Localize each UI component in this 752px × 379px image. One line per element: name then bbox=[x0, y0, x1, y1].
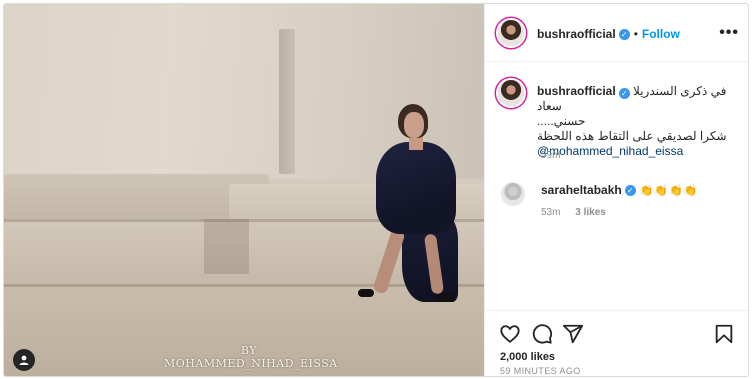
leg bbox=[372, 228, 406, 295]
wall-shadow bbox=[279, 29, 295, 174]
post-caption: bushraofficial ✓ في ذكرى السندريلا سعاد ح… bbox=[537, 84, 737, 159]
verified-badge-icon: ✓ bbox=[618, 28, 630, 40]
caption-timestamp: 59m bbox=[541, 150, 561, 161]
shoe bbox=[358, 289, 374, 297]
user-tag-icon[interactable] bbox=[13, 349, 35, 371]
photo-watermark: BY MOHAMMED_NIHAD_EISSA bbox=[164, 344, 338, 370]
face bbox=[404, 112, 424, 138]
verified-badge-icon: ✓ bbox=[618, 88, 630, 99]
neck bbox=[409, 136, 423, 150]
shoe bbox=[436, 294, 454, 302]
share-icon[interactable] bbox=[562, 323, 584, 345]
caption-mention-link[interactable]: @mohammed_nihad_eissa bbox=[537, 144, 737, 159]
action-bar bbox=[485, 310, 748, 350]
seated-woman-figure bbox=[354, 104, 464, 309]
separator-dot: • bbox=[633, 27, 638, 41]
instagram-post: BY MOHAMMED_NIHAD_EISSA bushraofficial ✓… bbox=[3, 3, 749, 377]
comment-timestamp: 53m bbox=[541, 207, 561, 218]
post-sidebar: bushraofficial ✓ • Follow ••• bushraoffi… bbox=[484, 4, 748, 376]
caption-text-line3: شكرا لصديقي على التقاط هذه اللحظة bbox=[537, 129, 727, 143]
dress bbox=[376, 142, 456, 234]
comment-text: 👏👏👏👏 bbox=[639, 184, 699, 197]
post-header: bushraofficial ✓ • Follow ••• bbox=[485, 4, 748, 62]
watermark-name: MOHAMMED_NIHAD_EISSA bbox=[164, 357, 338, 370]
heart-icon[interactable] bbox=[499, 323, 521, 345]
bookmark-icon[interactable] bbox=[713, 323, 735, 345]
commenter-avatar[interactable] bbox=[501, 182, 525, 206]
caption-avatar[interactable] bbox=[498, 80, 524, 106]
caption-username[interactable]: bushraofficial bbox=[537, 84, 616, 98]
follow-button[interactable]: Follow bbox=[642, 27, 680, 41]
likes-count[interactable]: 2,000 likes bbox=[500, 351, 555, 363]
comment-icon[interactable] bbox=[531, 323, 553, 345]
comment-likes[interactable]: 3 likes bbox=[575, 207, 606, 218]
comment-meta: 53m 3 likes bbox=[541, 207, 618, 218]
post-time-ago: 59 MINUTES AGO bbox=[500, 366, 581, 376]
comment-username[interactable]: saraheltabakh bbox=[541, 183, 622, 197]
author-info: bushraofficial ✓ • Follow bbox=[537, 27, 680, 41]
post-image[interactable]: BY MOHAMMED_NIHAD_EISSA bbox=[4, 4, 484, 376]
comment: saraheltabakh ✓ 👏👏👏👏 bbox=[541, 183, 699, 197]
step-shadow bbox=[204, 219, 249, 274]
verified-badge-icon: ✓ bbox=[624, 184, 636, 196]
watermark-by: BY bbox=[240, 344, 258, 357]
caption-text-line2: حسني..... bbox=[537, 114, 586, 128]
author-username[interactable]: bushraofficial bbox=[537, 27, 616, 41]
more-options-icon[interactable]: ••• bbox=[719, 24, 739, 42]
author-avatar[interactable] bbox=[498, 20, 524, 46]
